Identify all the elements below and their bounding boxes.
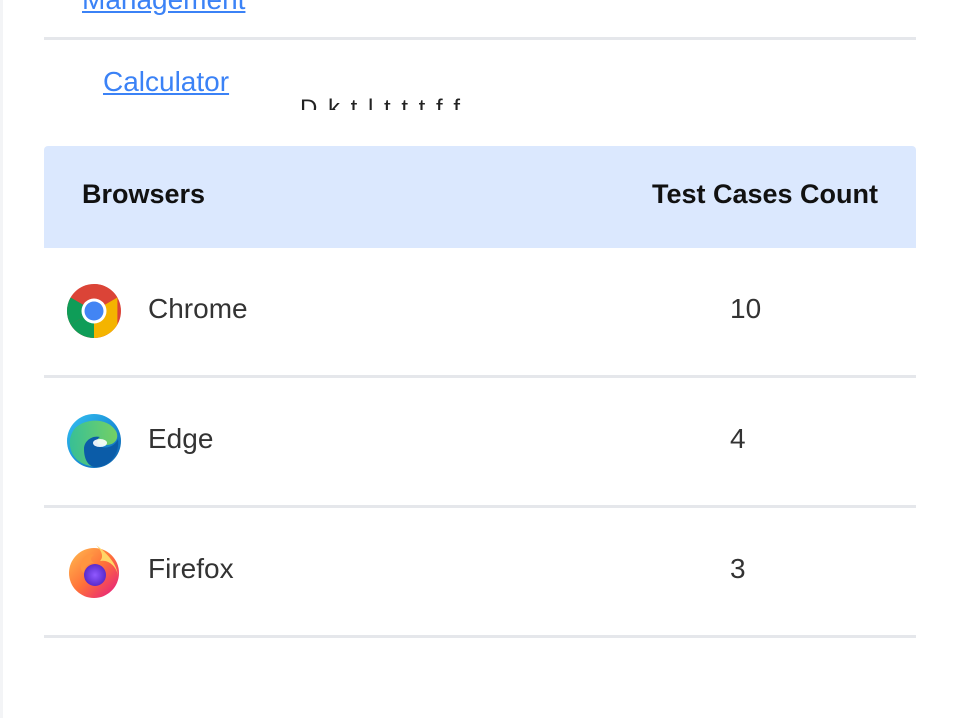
list-divider (44, 37, 916, 40)
test-case-count: 4 (730, 423, 746, 454)
table-header: Browsers Test Cases Count (44, 146, 916, 248)
column-header-browsers: Browsers (82, 179, 206, 209)
table-row: Edge 4 (44, 378, 916, 508)
module-link-management[interactable]: Management (82, 0, 245, 16)
clipped-description-text: D k t l t t t f f (300, 95, 463, 110)
panel-left-border (0, 0, 3, 718)
chrome-icon (66, 284, 121, 338)
module-link-calculator[interactable]: Calculator (103, 66, 229, 98)
browser-test-summary-panel: Management Calculator D k t l t t t f f … (0, 0, 960, 718)
browser-name: Edge (148, 423, 214, 454)
browser-name: Chrome (148, 293, 248, 324)
module-list: Management Calculator D k t l t t t f f (44, 0, 916, 110)
edge-icon (67, 414, 121, 468)
table-row: Chrome 10 (44, 248, 916, 378)
browser-stats-table: Browsers Test Cases Count Chrome 10 Edge… (44, 146, 916, 638)
test-case-count: 10 (730, 293, 762, 324)
table-row: Firefox 3 (44, 508, 916, 638)
column-header-test-cases-count: Test Cases Count (651, 179, 878, 209)
test-case-count: 3 (730, 553, 746, 584)
browser-name: Firefox (148, 553, 234, 584)
firefox-icon (69, 545, 119, 598)
